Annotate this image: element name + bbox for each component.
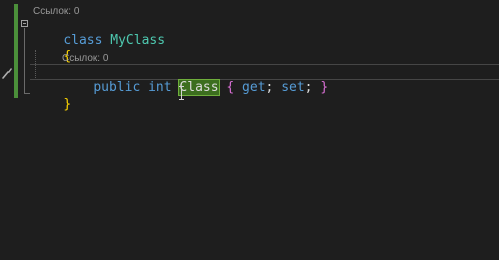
code-line-close-brace[interactable]: } bbox=[32, 81, 71, 112]
keyword-int: int bbox=[148, 80, 172, 95]
keyword-set: set bbox=[281, 80, 305, 95]
text-cursor-icon bbox=[179, 86, 185, 100]
screwdriver-icon[interactable] bbox=[0, 64, 12, 80]
code-line-property[interactable]: public int Class { get; set; } bbox=[62, 64, 328, 96]
fold-region-line bbox=[24, 28, 25, 94]
class-close-brace: } bbox=[63, 97, 72, 112]
code-line-open-brace[interactable]: { bbox=[32, 33, 71, 64]
change-tracking-bar bbox=[14, 4, 18, 98]
code-editor[interactable]: Ссылок: 0 class MyClass { Ссылок: 0 publ… bbox=[0, 0, 499, 260]
fold-region-end bbox=[24, 93, 30, 94]
collapse-icon[interactable] bbox=[21, 20, 28, 27]
keyword-public: public bbox=[93, 80, 141, 95]
keyword-get: get bbox=[242, 80, 266, 95]
semicolon-set: ; bbox=[304, 80, 313, 95]
property-close-brace: } bbox=[320, 80, 329, 95]
class-name[interactable]: MyClass bbox=[110, 33, 165, 48]
selected-property-name[interactable]: Class bbox=[178, 79, 220, 96]
code-line-class-declaration[interactable]: class MyClass bbox=[32, 17, 165, 48]
